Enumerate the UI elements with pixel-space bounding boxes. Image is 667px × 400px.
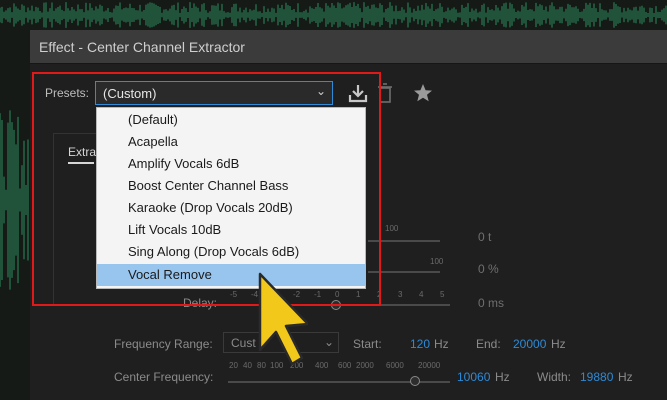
center-frequency-value[interactable]: 10060 (457, 370, 490, 384)
chevron-down-icon: ⌄ (324, 335, 335, 349)
center-frequency-unit: Hz (495, 370, 510, 384)
db-value: 0 t (478, 230, 492, 244)
center-frequency-label: Center Frequency: (114, 370, 214, 384)
center-frequency-scale-tick: 2000 (356, 361, 374, 370)
scale-100-mid: 100 (430, 257, 444, 266)
preset-option-acapella[interactable]: Acapella (97, 131, 365, 153)
start-unit: Hz (434, 337, 449, 351)
end-label: End: (476, 337, 501, 351)
end-value[interactable]: 20000 (513, 337, 546, 351)
width-label: Width: (537, 370, 572, 384)
delay-scale-tick: 3 (398, 290, 403, 299)
preset-option-boost-bass[interactable]: Boost Center Channel Bass (97, 175, 365, 197)
center-frequency-scale-tick: 600 (338, 361, 352, 370)
preset-option-default[interactable]: (Default) (97, 109, 365, 131)
center-frequency-scale-tick: 400 (315, 361, 329, 370)
preset-option-amplify-vocals[interactable]: Amplify Vocals 6dB (97, 153, 365, 175)
presets-dropdown-list: (Default) Acapella Amplify Vocals 6dB Bo… (96, 107, 366, 289)
preset-option-lift-vocals[interactable]: Lift Vocals 10dB (97, 219, 365, 241)
cursor-arrow-icon (258, 272, 308, 366)
dialog-title: Effect - Center Channel Extractor (39, 39, 245, 55)
preset-option-karaoke[interactable]: Karaoke (Drop Vocals 20dB) (97, 197, 365, 219)
width-unit: Hz (618, 370, 633, 384)
center-frequency-scale-tick: 6000 (386, 361, 404, 370)
preset-option-vocal-remove[interactable]: Vocal Remove (97, 264, 365, 286)
end-unit: Hz (551, 337, 566, 351)
center-frequency-slider-knob[interactable] (410, 376, 420, 386)
star-icon[interactable] (413, 83, 433, 103)
preset-option-sing-along[interactable]: Sing Along (Drop Vocals 6dB) (97, 241, 365, 263)
scale-100-top: 100 (385, 224, 399, 233)
dialog-titlebar[interactable]: Effect - Center Channel Extractor (30, 30, 667, 64)
center-frequency-scale-tick: 20 (229, 361, 238, 370)
frequency-range-label: Frequency Range: (114, 337, 213, 351)
width-value[interactable]: 19880 (580, 370, 613, 384)
delay-scale-tick: 5 (440, 290, 445, 299)
delay-value: 0 ms (478, 296, 505, 310)
start-label: Start: (353, 337, 382, 351)
percent-value: 0 % (478, 262, 499, 276)
start-value[interactable]: 120 (410, 337, 430, 351)
delay-scale-tick: 4 (419, 290, 424, 299)
center-frequency-scale-tick: 20000 (418, 361, 441, 370)
